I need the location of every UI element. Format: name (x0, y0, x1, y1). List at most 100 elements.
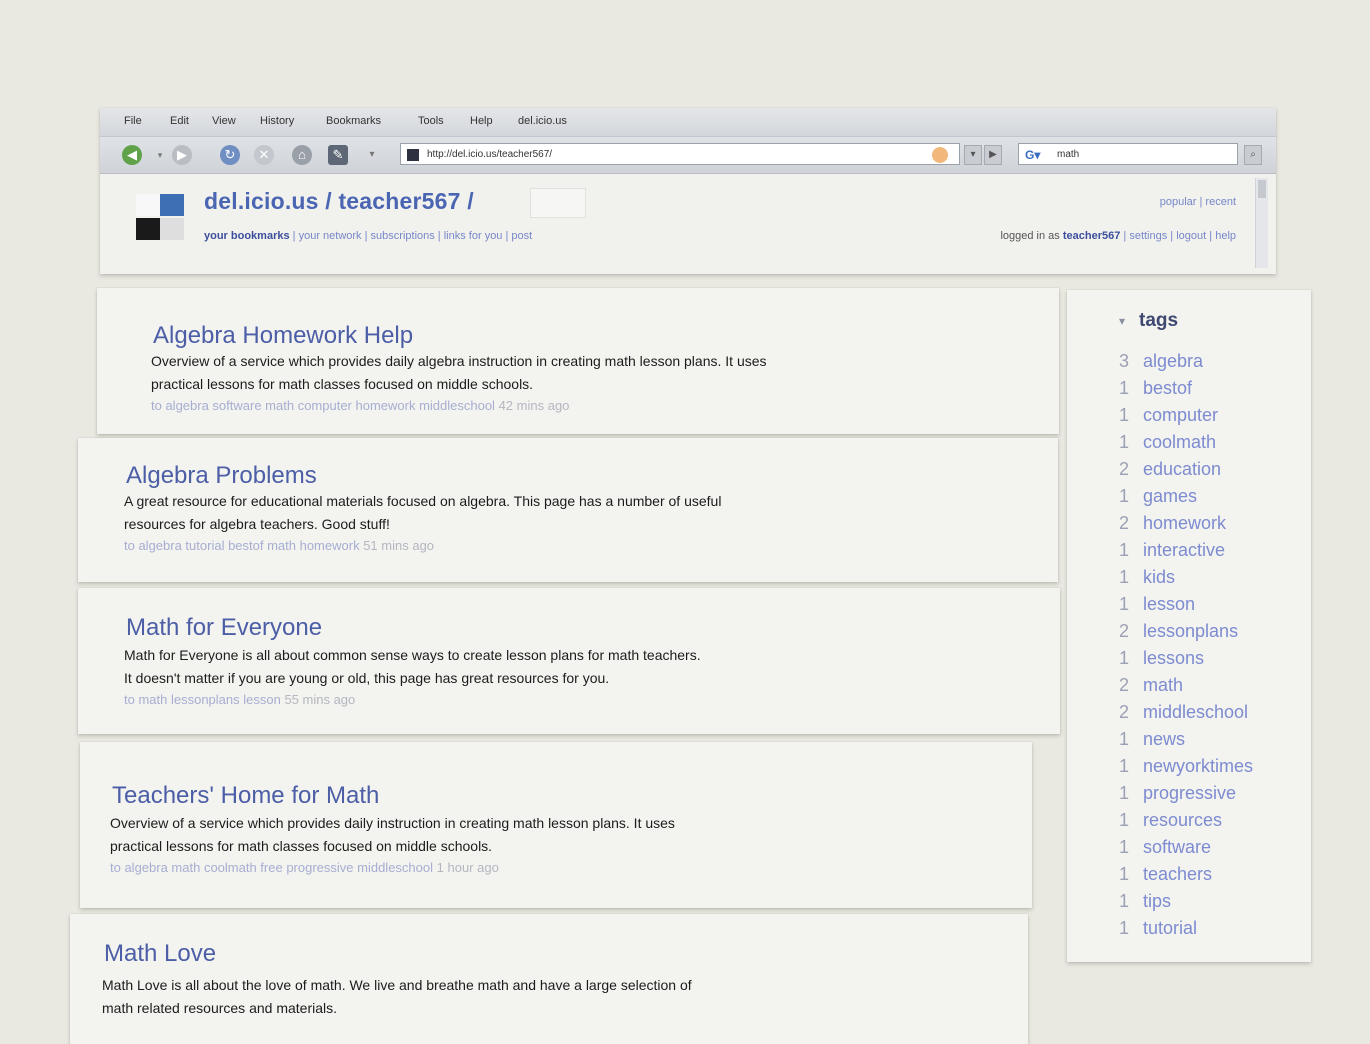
tag-item-homework[interactable]: 2 homework (1119, 510, 1226, 536)
menu-history[interactable]: History (260, 115, 294, 127)
tag-link[interactable]: coolmath (1143, 432, 1216, 452)
toolbar-dropdown-icon[interactable]: ▾ (362, 145, 382, 165)
tag-link[interactable]: lessons (1143, 648, 1204, 668)
bookmark-title-link[interactable]: Math for Everyone (126, 614, 322, 642)
tag-count: 1 (1119, 756, 1130, 776)
tags-line-text[interactable]: to algebra software math computer homewo… (151, 398, 495, 413)
bookmark-title-link[interactable]: Algebra Homework Help (153, 322, 413, 350)
tag-link[interactable]: news (1143, 729, 1185, 749)
description-line: practical lessons for math classes focus… (110, 838, 493, 854)
menu-tools[interactable]: Tools (418, 115, 444, 127)
tag-item-coolmath[interactable]: 1 coolmath (1119, 429, 1216, 455)
search-engine-icon[interactable]: G▾ (1025, 147, 1040, 163)
tag-item-computer[interactable]: 1 computer (1119, 402, 1218, 428)
tag-link[interactable]: software (1143, 837, 1211, 857)
menu-bookmarks[interactable]: Bookmarks (326, 115, 381, 127)
tag-link[interactable]: games (1143, 486, 1197, 506)
tag-item-progressive[interactable]: 1 progressive (1119, 780, 1236, 806)
tag-item-bestof[interactable]: 1 bestof (1119, 375, 1192, 401)
tag-link[interactable]: teachers (1143, 864, 1212, 884)
tag-link[interactable]: middleschool (1143, 702, 1248, 722)
back-arrow-icon[interactable]: ◀ (122, 145, 142, 165)
tag-link[interactable]: newyorktimes (1143, 756, 1253, 776)
tag-link[interactable]: algebra (1143, 351, 1203, 371)
tag-item-interactive[interactable]: 1 interactive (1119, 537, 1225, 563)
bookmark-title-link[interactable]: Algebra Problems (126, 462, 317, 490)
search-go-icon[interactable]: ⌕ (1244, 145, 1262, 165)
nav-your-bookmarks[interactable]: your bookmarks (204, 230, 290, 242)
menu-edit[interactable]: Edit (170, 115, 189, 127)
tag-link[interactable]: kids (1143, 567, 1175, 587)
tag-count: 1 (1119, 783, 1130, 803)
tag-link[interactable]: tips (1143, 891, 1171, 911)
menu-view[interactable]: View (212, 115, 236, 127)
reload-icon[interactable]: ↻ (220, 145, 240, 165)
tag-item-games[interactable]: 1 games (1119, 483, 1197, 509)
tag-link[interactable]: lesson (1143, 594, 1195, 614)
bookmark-title-link[interactable]: Math Love (104, 940, 216, 968)
nav-your-network[interactable]: your network (299, 230, 362, 242)
url-dropdown-icon[interactable]: ▾ (964, 145, 982, 165)
tag-link[interactable]: resources (1143, 810, 1222, 830)
tag-link[interactable]: math (1143, 675, 1183, 695)
home-icon[interactable]: ⌂ (292, 145, 312, 165)
tag-item-algebra[interactable]: 3 algebra (1119, 348, 1203, 374)
bookmark-tags-line: to math lessonplans lesson 55 mins ago (124, 692, 355, 707)
tag-count: 1 (1119, 729, 1130, 749)
tag-link[interactable]: bestof (1143, 378, 1192, 398)
tag-item-kids[interactable]: 1 kids (1119, 564, 1175, 590)
username-link[interactable]: teacher567 (1063, 230, 1121, 242)
tags-line-text[interactable]: to math lessonplans lesson (124, 692, 281, 707)
tag-item-lessonplans[interactable]: 2 lessonplans (1119, 618, 1238, 644)
menu-delicious[interactable]: del.icio.us (518, 115, 567, 127)
bookmark-card-3: Math for Everyone Math for Everyone is a… (78, 588, 1060, 734)
rss-feed-icon[interactable] (932, 147, 948, 163)
link-settings[interactable]: settings (1129, 230, 1167, 242)
tag-item-lesson[interactable]: 1 lesson (1119, 591, 1195, 617)
tag-link[interactable]: progressive (1143, 783, 1236, 803)
tag-item-teachers[interactable]: 1 teachers (1119, 861, 1212, 887)
url-bar[interactable]: http://del.icio.us/teacher567/ (400, 143, 960, 165)
tag-link[interactable]: interactive (1143, 540, 1225, 560)
tag-item-tutorial[interactable]: 1 tutorial (1119, 915, 1197, 941)
tag-item-newyorktimes[interactable]: 1 newyorktimes (1119, 753, 1253, 779)
tag-item-lessons[interactable]: 1 lessons (1119, 645, 1204, 671)
tags-line-text[interactable]: to algebra tutorial bestof math homework (124, 538, 360, 553)
description-line: practical lessons for math classes focus… (151, 376, 534, 392)
nav-links-for-you[interactable]: links for you (444, 230, 503, 242)
tag-item-resources[interactable]: 1 resources (1119, 807, 1222, 833)
nav-post[interactable]: post (511, 230, 532, 242)
go-arrow-icon[interactable]: ▶ (984, 145, 1002, 165)
tag-link[interactable]: computer (1143, 405, 1218, 425)
stop-icon[interactable]: ✕ (254, 145, 274, 165)
tag-item-math[interactable]: 2 math (1119, 672, 1183, 698)
delicious-tag-icon[interactable]: ✎ (328, 145, 348, 165)
nav-subscriptions[interactable]: subscriptions (371, 230, 435, 242)
tag-item-news[interactable]: 1 news (1119, 726, 1185, 752)
forward-arrow-icon[interactable]: ▶ (172, 145, 192, 165)
tag-item-tips[interactable]: 1 tips (1119, 888, 1171, 914)
tag-item-middleschool[interactable]: 2 middleschool (1119, 699, 1248, 725)
collapse-arrow-icon[interactable]: ▾ (1119, 314, 1125, 328)
tag-item-software[interactable]: 1 software (1119, 834, 1211, 860)
tag-link[interactable]: education (1143, 459, 1221, 479)
menu-help[interactable]: Help (470, 115, 493, 127)
menu-file[interactable]: File (124, 115, 142, 127)
title-search-input[interactable] (530, 188, 586, 218)
link-help[interactable]: help (1215, 230, 1236, 242)
back-history-dropdown-icon[interactable]: ▾ (150, 145, 170, 165)
tags-line-text[interactable]: to algebra math coolmath free progressiv… (110, 860, 433, 875)
page-scrollbar[interactable] (1255, 178, 1268, 268)
tag-link[interactable]: tutorial (1143, 918, 1197, 938)
search-input[interactable]: G▾ math (1018, 143, 1238, 165)
tag-count: 1 (1119, 864, 1130, 884)
link-recent[interactable]: recent (1205, 196, 1236, 208)
search-value: math (1057, 149, 1080, 160)
tag-link[interactable]: lessonplans (1143, 621, 1238, 641)
bookmark-title-link[interactable]: Teachers' Home for Math (112, 782, 379, 810)
site-title[interactable]: del.icio.us / teacher567 / (204, 188, 474, 215)
link-popular[interactable]: popular (1160, 196, 1197, 208)
tag-item-education[interactable]: 2 education (1119, 456, 1221, 482)
link-logout[interactable]: logout (1176, 230, 1206, 242)
tag-link[interactable]: homework (1143, 513, 1226, 533)
